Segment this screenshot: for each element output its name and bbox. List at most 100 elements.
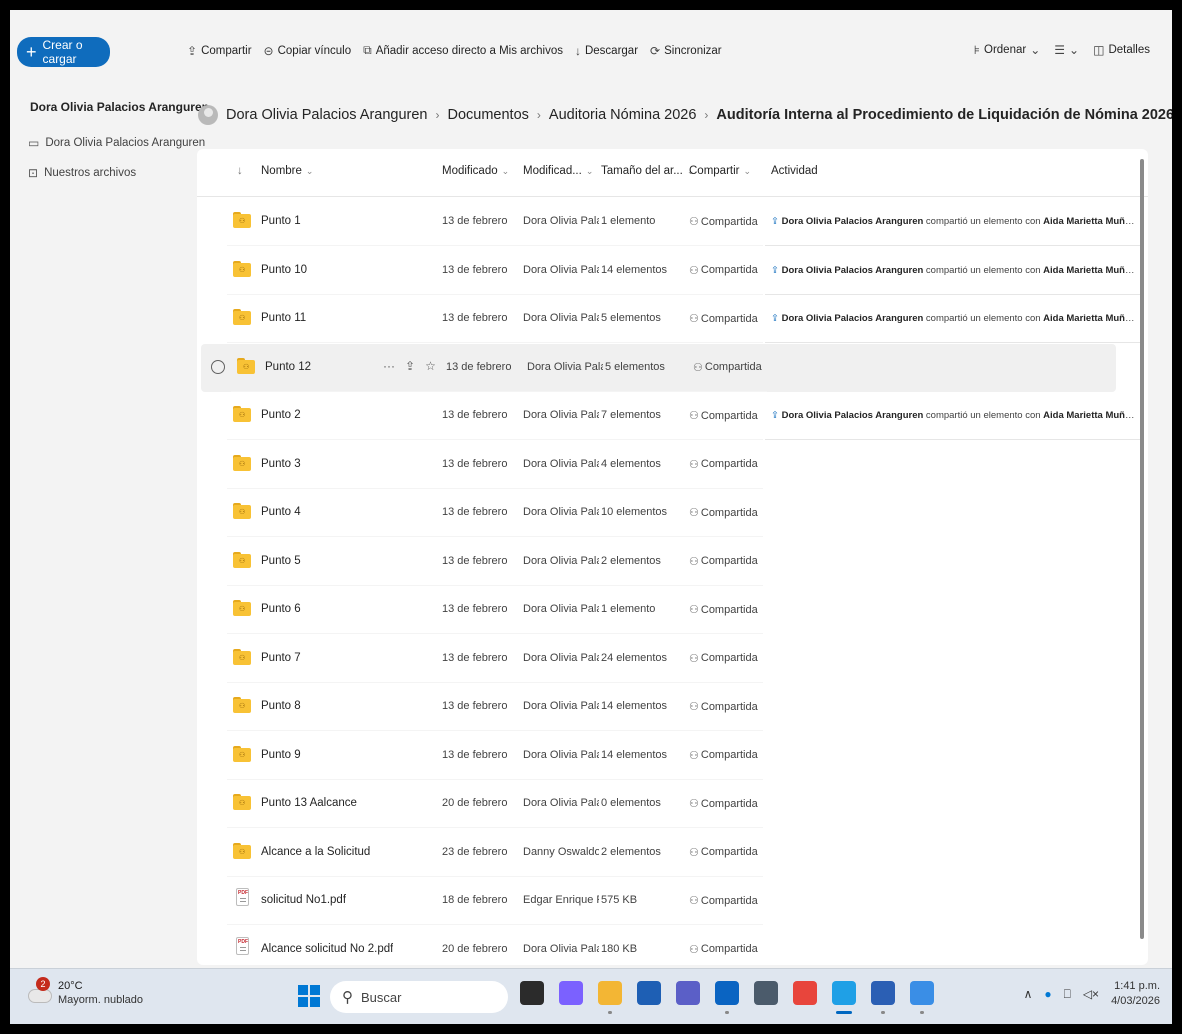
item-name[interactable]: Punto 5 <box>261 555 301 567</box>
sincronizar-command-button[interactable]: ⟳ Sincronizar <box>650 44 722 58</box>
create-or-upload-button[interactable]: + Crear o cargar <box>17 37 110 67</box>
folder-row[interactable]: ⚇ Punto 2 13 de febrero Dora Olivia Pala… <box>197 392 1148 440</box>
añadir-command-button[interactable]: ⧉ Añadir acceso directo a Mis archivos <box>363 43 563 58</box>
volume-muted-icon[interactable]: ◁× <box>1083 987 1099 1001</box>
search-icon: ⚲ <box>342 989 353 1006</box>
modified-by: Dora Olivia Palacios Aranguren <box>523 409 599 421</box>
item-size: 1 elemento <box>601 215 656 227</box>
modified-date: 13 de febrero <box>442 457 508 470</box>
network-icon[interactable]: ⎕ <box>1064 987 1071 1002</box>
nav-item-nuestros-archivos[interactable]: ⊡ Nuestros archivos <box>28 166 136 180</box>
chevron-up-icon[interactable]: ∧ <box>1024 987 1033 1001</box>
folder-row[interactable]: ⚇ Alcance a la Solicitud 23 de febrero D… <box>197 829 1148 877</box>
folder-row[interactable]: ⚇ Punto 10 13 de febrero Dora Olivia Pal… <box>197 247 1148 295</box>
shared-people-icon: ⚇ <box>689 798 699 810</box>
item-name[interactable]: Punto 1 <box>261 215 301 227</box>
file-explorer-icon[interactable] <box>598 981 622 1014</box>
breadcrumb-item-documentos[interactable]: Documentos <box>448 107 529 123</box>
file-row[interactable]: PDF Alcance solicitud No 2.pdf 20 de feb… <box>197 926 1148 966</box>
copiar-command-button[interactable]: ⊝ Copiar vínculo <box>264 44 352 58</box>
descargar-command-button[interactable]: ↓ Descargar <box>575 44 638 58</box>
favorite-star-icon[interactable]: ☆ <box>425 359 436 373</box>
chrome-icon[interactable] <box>793 981 817 1005</box>
nav-item-personal-folder[interactable]: ▭ Dora Olivia Palacios Aranguren <box>28 136 205 150</box>
chevron-down-icon: ⌄ <box>501 166 510 176</box>
folder-row[interactable]: ··· ⇪ ☆ ⚇ Punto 12 13 de febrero Dora Ol… <box>201 343 1116 392</box>
item-name[interactable]: Alcance a la Solicitud <box>261 846 370 858</box>
teams-icon[interactable] <box>676 981 700 1005</box>
shared-folder-icon: ⚇ <box>233 697 251 713</box>
windows-start-icon[interactable] <box>298 985 320 1007</box>
vertical-scrollbar[interactable] <box>1140 159 1144 939</box>
store-icon[interactable] <box>637 981 661 1005</box>
compartir-command-button[interactable]: ⇪ Compartir <box>187 44 252 58</box>
clock-time: 1:41 p.m. <box>1114 980 1160 992</box>
item-name[interactable]: Punto 7 <box>261 652 301 664</box>
shared-people-icon: ⚇ <box>693 361 703 374</box>
column-header-name[interactable]: Nombre ⌄ <box>261 165 313 177</box>
outlook-new-icon[interactable] <box>910 981 934 1014</box>
folder-row[interactable]: ⚇ Punto 11 13 de febrero Dora Olivia Pal… <box>197 295 1148 343</box>
clock[interactable]: 1:41 p.m. 4/03/2026 <box>1111 979 1160 1009</box>
item-name[interactable]: Punto 10 <box>261 264 307 276</box>
shared-folder-icon: ⚇ <box>233 842 251 859</box>
folder-row[interactable]: ⚇ Punto 9 13 de febrero Dora Olivia Pala… <box>197 732 1148 780</box>
shared-people-icon: ⚇ <box>689 410 699 422</box>
column-header-modified[interactable]: Modificado ⌄ <box>442 165 509 177</box>
item-name[interactable]: Punto 13 Aalcance <box>261 797 357 809</box>
word-icon[interactable] <box>871 981 895 1014</box>
notification-badge: 2 <box>36 977 50 991</box>
folder-row[interactable]: ⚇ Punto 7 13 de febrero Dora Olivia Pala… <box>197 635 1148 683</box>
windows-taskbar: 2 20°C Mayorm. nublado ⚲ Buscar ∧ ● ⎕ ◁×… <box>10 968 1172 1024</box>
item-name[interactable]: Punto 3 <box>261 458 301 470</box>
item-name[interactable]: Alcance solicitud No 2.pdf <box>261 943 393 955</box>
task-view-icon[interactable] <box>520 981 544 1005</box>
modified-by: Dora Olivia Palacios Aranguren <box>523 312 599 324</box>
item-name[interactable]: Punto 12 <box>265 361 311 373</box>
item-name[interactable]: Punto 6 <box>261 603 301 615</box>
item-name[interactable]: solicitud No1.pdf <box>261 894 346 906</box>
shared-people-icon: ⚇ <box>689 313 699 325</box>
item-name[interactable]: Punto 4 <box>261 506 301 518</box>
item-name[interactable]: Punto 8 <box>261 700 301 712</box>
taskbar-search[interactable]: ⚲ Buscar <box>330 981 508 1013</box>
weather-widget[interactable]: 2 20°C Mayorm. nublado <box>28 977 143 1007</box>
row-select-checkbox[interactable] <box>211 359 225 374</box>
onedrive-cloud-icon[interactable]: ● <box>1044 987 1051 1001</box>
shared-folder-icon: ⚇ <box>233 406 251 422</box>
share-icon[interactable]: ⇪ <box>405 359 415 373</box>
copilot-icon[interactable] <box>559 981 583 1005</box>
folder-row[interactable]: ⚇ Punto 8 13 de febrero Dora Olivia Pala… <box>197 683 1148 731</box>
view-options-button[interactable]: ☰ ⌄ <box>1054 43 1079 57</box>
folder-row[interactable]: ⚇ Punto 4 13 de febrero Dora Olivia Pala… <box>197 489 1148 537</box>
breadcrumb-item-auditoria[interactable]: Auditoria Nómina 2026 <box>549 107 697 123</box>
more-actions-icon[interactable]: ··· <box>383 359 395 373</box>
column-header-modified-by[interactable]: Modificad... ⌄ <box>523 165 593 177</box>
outlook-icon[interactable] <box>715 981 739 1014</box>
edge-icon[interactable] <box>832 981 856 1014</box>
file-row[interactable]: PDF solicitud No1.pdf 18 de febrero Edga… <box>197 877 1148 925</box>
folder-row[interactable]: ⚇ Punto 6 13 de febrero Dora Olivia Pala… <box>197 586 1148 634</box>
item-name[interactable]: Punto 11 <box>261 312 306 324</box>
item-name[interactable]: Punto 2 <box>261 409 301 421</box>
item-size: 14 elementos <box>601 748 668 761</box>
calculator-icon[interactable] <box>754 981 778 1005</box>
breadcrumb-item-owner[interactable]: Dora Olivia Palacios Aranguren <box>226 107 428 123</box>
plus-icon: + <box>26 42 37 62</box>
modified-date: 13 de febrero <box>442 603 508 615</box>
folder-row[interactable]: ⚇ Punto 1 13 de febrero Dora Olivia Pala… <box>197 198 1148 246</box>
folder-row[interactable]: ⚇ Punto 5 13 de febrero Dora Olivia Pala… <box>197 538 1148 586</box>
column-header-sharing[interactable]: Compartir ⌄ <box>689 165 751 177</box>
item-name[interactable]: Punto 9 <box>261 749 301 761</box>
sort-button[interactable]: ⊧ Ordenar ⌄ <box>974 43 1041 57</box>
folder-row[interactable]: ⚇ Punto 3 13 de febrero Dora Olivia Pala… <box>197 441 1148 489</box>
details-button[interactable]: ◫ Detalles <box>1093 43 1150 57</box>
column-header-size[interactable]: Tamaño del ar... ⌄ <box>601 165 694 177</box>
modified-date: 18 de febrero <box>442 894 508 906</box>
sharing-status: ⚇ Compartida <box>689 215 758 229</box>
share-icon: ⇪ <box>771 264 782 276</box>
column-header-label: Compartir <box>689 165 740 177</box>
command-label: Sincronizar <box>664 44 722 57</box>
sharing-status: ⚇ Compartida <box>689 409 758 423</box>
folder-row[interactable]: ⚇ Punto 13 Aalcance 20 de febrero Dora O… <box>197 780 1148 828</box>
